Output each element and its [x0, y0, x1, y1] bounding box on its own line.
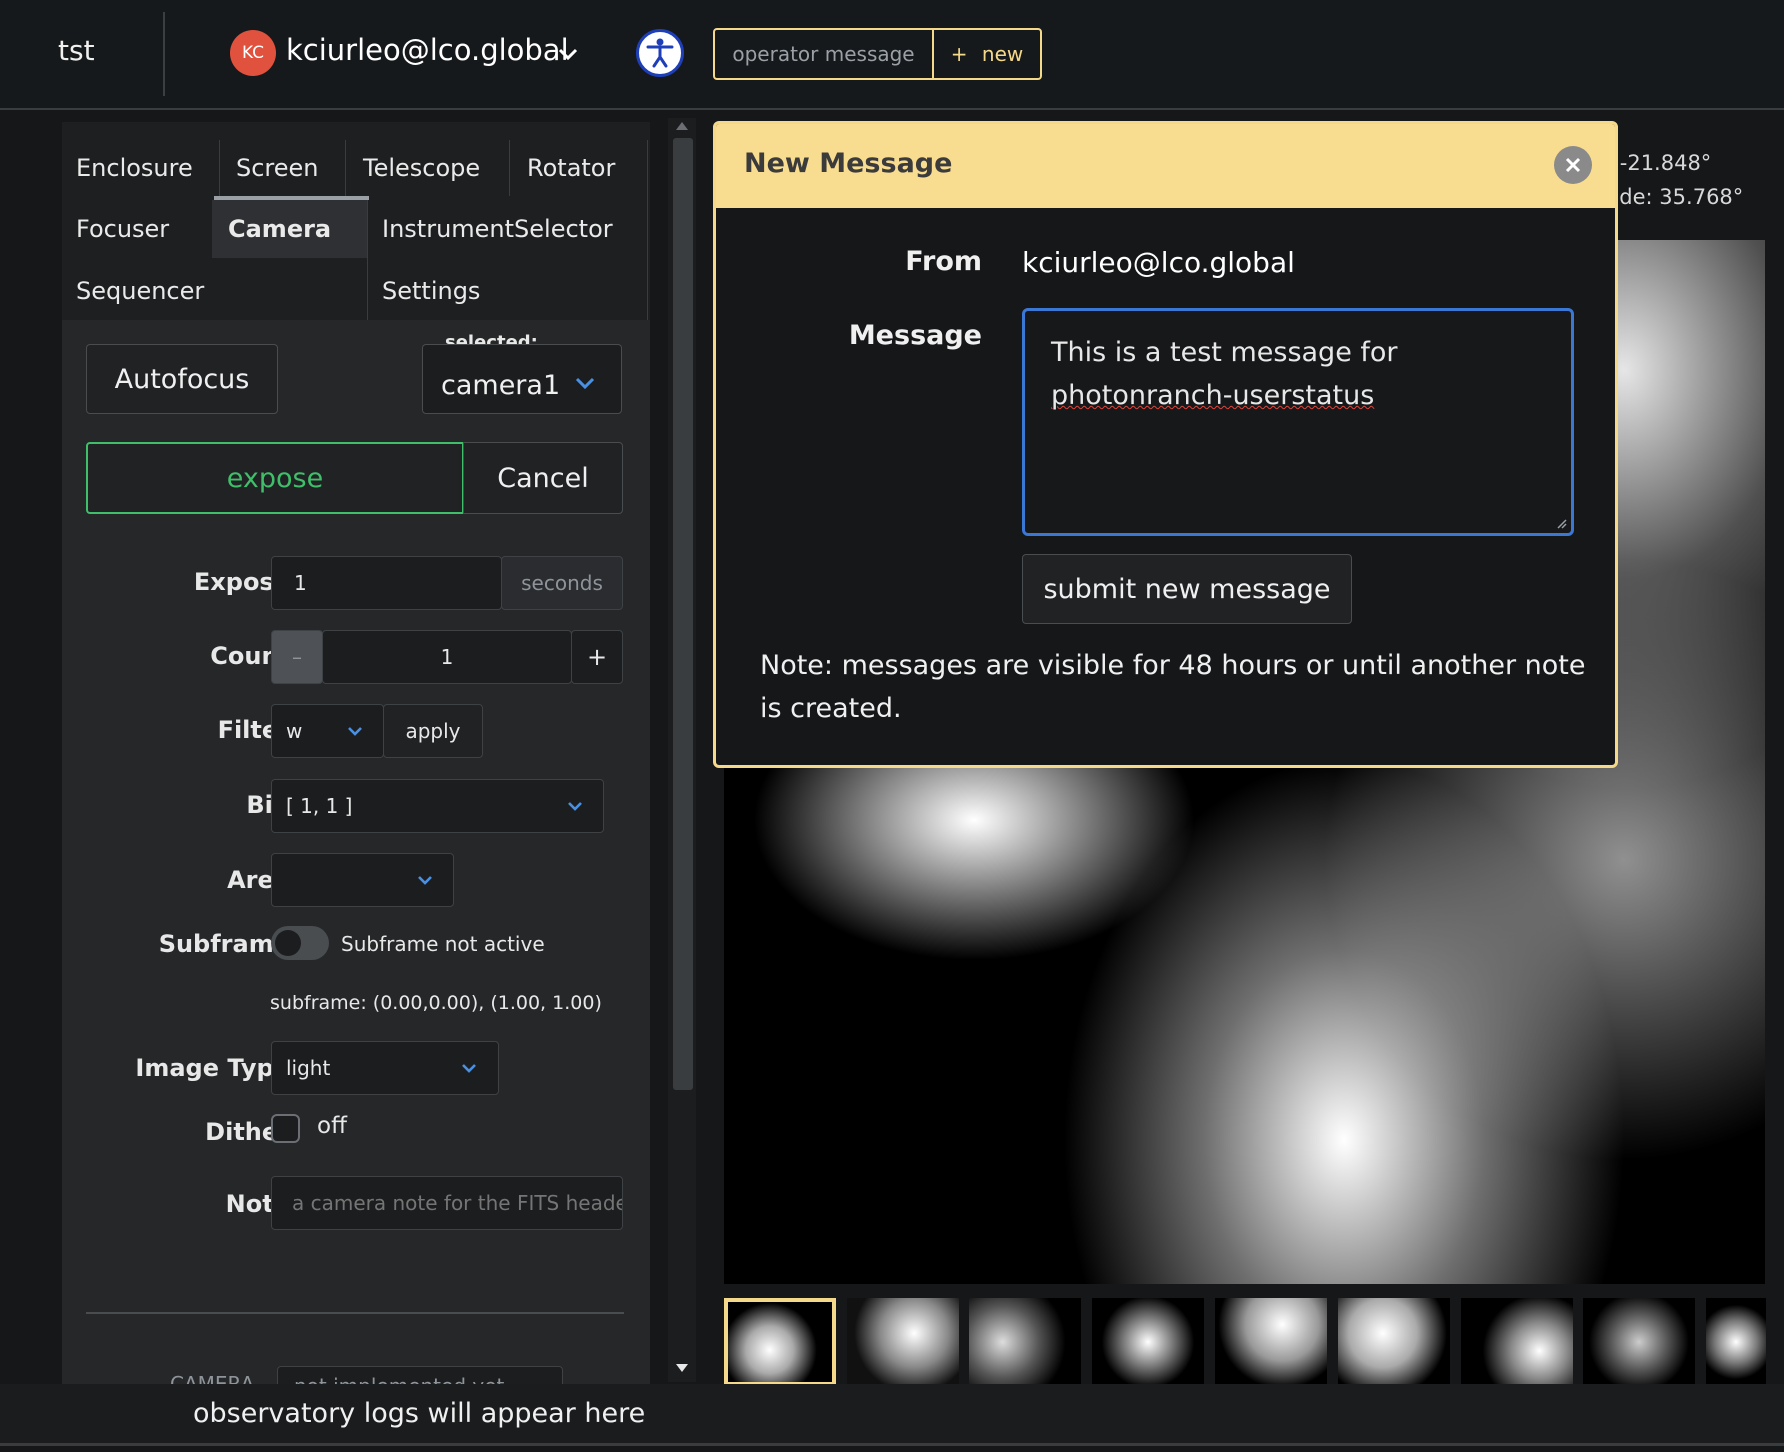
filter-select-value: w	[286, 719, 303, 743]
tab-screen[interactable]: Screen	[236, 139, 319, 197]
bin-select[interactable]: [ 1, 1 ]	[271, 779, 604, 833]
filter-select[interactable]: w	[271, 704, 384, 758]
submit-message-button[interactable]: submit new message	[1022, 554, 1352, 624]
expose-label: Expose	[193, 568, 290, 596]
expose-button[interactable]: expose	[86, 442, 464, 514]
tab-focuser[interactable]: Focuser	[76, 200, 169, 258]
thumbnail[interactable]	[1215, 1298, 1327, 1386]
subframe-coords: subframe: (0.00,0.00), (1.00, 1.00)	[270, 992, 602, 1014]
accessibility-icon[interactable]	[636, 29, 684, 77]
site-code[interactable]: tst	[58, 34, 95, 67]
thumbnail[interactable]	[969, 1298, 1081, 1386]
toggle-knob	[275, 930, 301, 956]
tab-rotator[interactable]: Rotator	[527, 139, 615, 197]
tab-camera[interactable]: Camera	[212, 200, 367, 258]
user-menu-email[interactable]: kciurleo@lco.global	[286, 33, 569, 67]
chevron-down-icon	[462, 1064, 476, 1073]
scroll-up-icon[interactable]	[674, 118, 690, 132]
user-avatar[interactable]: KC	[230, 30, 276, 76]
chevron-down-icon	[575, 377, 595, 390]
message-text-misspelled: photonranch-userstatus	[1051, 380, 1375, 411]
tab-divider	[345, 140, 346, 196]
subframe-label: Subframe	[158, 930, 290, 958]
thumbnail[interactable]	[1706, 1298, 1766, 1386]
camera-select[interactable]: camera1	[422, 344, 622, 414]
chevron-down-icon	[348, 727, 362, 736]
info-line-2: ude: 35.768°	[1606, 185, 1744, 209]
new-message-button[interactable]: + new	[934, 30, 1040, 78]
expose-input[interactable]: 1	[271, 556, 502, 610]
tab-divider	[219, 140, 220, 196]
tab-instrumentselector[interactable]: InstrumentSelector	[382, 200, 613, 258]
message-label: Message	[848, 320, 982, 351]
operator-message-group: operator message + new	[713, 28, 1042, 80]
tab-settings[interactable]: Settings	[382, 262, 480, 320]
filter-label: Filter	[217, 716, 290, 744]
info-line-1: : -21.848°	[1606, 151, 1712, 175]
navbar-divider	[163, 12, 165, 96]
camera-select-value: camera1	[441, 369, 561, 401]
top-navbar: tst KC kciurleo@lco.global operator mess…	[0, 0, 1784, 110]
new-message-modal: New Message From kciurleo@lco.global Mes…	[713, 121, 1618, 768]
cancel-button[interactable]: Cancel	[463, 442, 623, 514]
close-icon[interactable]	[1554, 146, 1592, 184]
tab-sequencer[interactable]: Sequencer	[76, 262, 204, 320]
tab-telescope[interactable]: Telescope	[363, 139, 480, 197]
thumbnail[interactable]	[1583, 1298, 1695, 1386]
dither-checkbox[interactable]	[271, 1114, 300, 1143]
observatory-log-bar: observatory logs will appear here	[0, 1384, 1784, 1446]
image-type-label: Image Type	[135, 1054, 290, 1082]
thumbnail[interactable]	[1092, 1298, 1204, 1386]
resize-handle-icon[interactable]	[1555, 517, 1567, 529]
filter-apply-button[interactable]: apply	[383, 704, 483, 758]
count-input[interactable]: 1	[322, 630, 572, 684]
chevron-down-icon[interactable]	[556, 42, 580, 66]
thumbnail[interactable]	[724, 1298, 836, 1386]
image-type-select[interactable]: light	[271, 1041, 499, 1095]
autofocus-button[interactable]: Autofocus	[86, 344, 278, 414]
scroll-down-icon[interactable]	[674, 1362, 690, 1376]
thumbnail[interactable]	[847, 1298, 959, 1386]
control-panel: Enclosure Screen Telescope Rotator Focus…	[62, 122, 650, 1406]
dither-label: Dither	[205, 1118, 290, 1146]
subframe-toggle[interactable]	[271, 926, 329, 960]
count-label: Count	[210, 642, 290, 670]
count-increment-button[interactable]: +	[571, 630, 623, 684]
from-value: kciurleo@lco.global	[1022, 246, 1295, 279]
area-select[interactable]	[271, 853, 454, 907]
tab-enclosure[interactable]: Enclosure	[76, 139, 193, 197]
operator-message-label: operator message	[715, 30, 934, 78]
count-decrement-button[interactable]: –	[271, 630, 323, 684]
modal-title: New Message	[744, 148, 953, 179]
new-button-label: new	[981, 42, 1024, 66]
chevron-down-icon	[418, 876, 432, 885]
from-label: From	[905, 246, 982, 277]
message-text: This is a test message for	[1051, 337, 1398, 368]
scrollbar-thumb[interactable]	[673, 138, 693, 1090]
chevron-down-icon	[568, 802, 582, 811]
image-coordinates-info: : -21.848° ude: 35.768°	[1606, 146, 1743, 214]
plus-icon: +	[950, 42, 968, 66]
expose-unit-addon: seconds	[501, 556, 623, 610]
image-type-value: light	[286, 1056, 331, 1080]
subframe-status: Subframe not active	[341, 932, 545, 956]
thumbnail[interactable]	[1461, 1298, 1573, 1386]
area-label: Area	[227, 866, 290, 894]
thumbnail[interactable]	[1338, 1298, 1450, 1386]
tab-divider	[367, 200, 368, 320]
message-visibility-note: Note: messages are visible for 48 hours …	[760, 650, 1586, 724]
bin-select-value: [ 1, 1 ]	[286, 794, 353, 818]
bin-label: Bin	[246, 791, 290, 819]
dither-value: off	[317, 1113, 347, 1139]
message-textarea[interactable]: This is a test message for photonranch-u…	[1022, 308, 1574, 536]
note-label: Note	[225, 1190, 290, 1218]
note-input[interactable]	[271, 1176, 623, 1230]
modal-header: New Message	[716, 124, 1615, 208]
tab-divider	[647, 140, 648, 320]
section-divider	[86, 1312, 624, 1314]
tab-divider	[509, 140, 510, 196]
log-placeholder-text: observatory logs will appear here	[193, 1398, 646, 1429]
